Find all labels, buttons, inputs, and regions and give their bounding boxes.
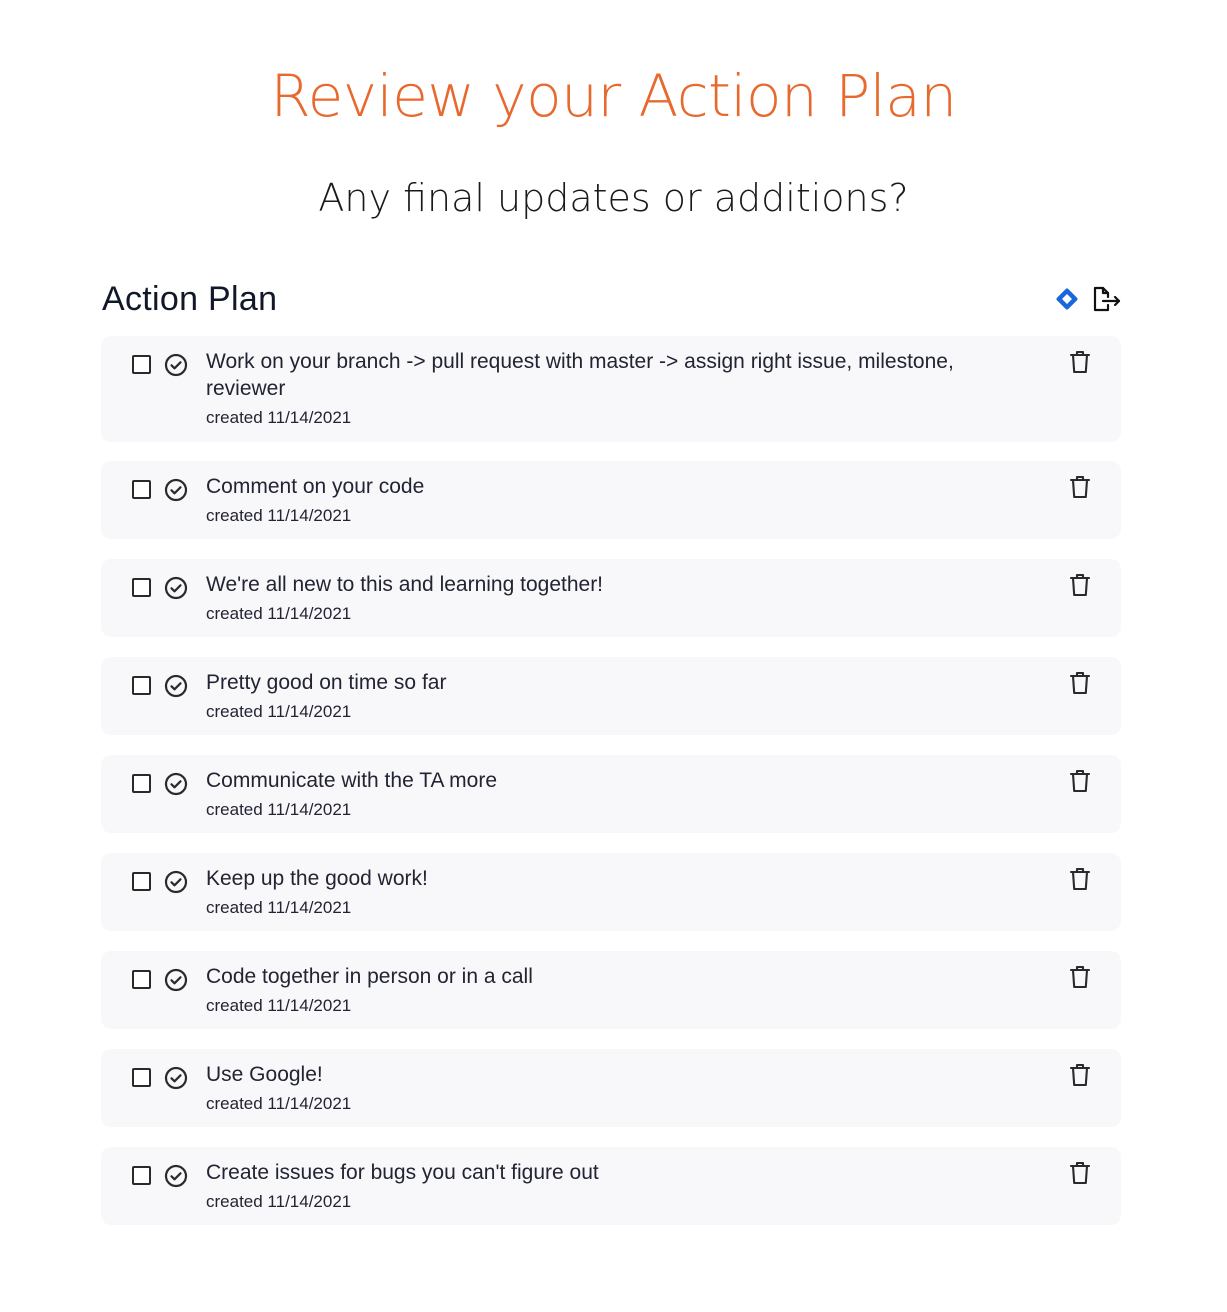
item-created-date: created 11/14/2021 [206, 996, 352, 1015]
trash-icon[interactable] [1068, 572, 1092, 598]
item-checkbox[interactable] [132, 1068, 151, 1087]
action-item: Create issues for bugs you can't figure … [101, 1147, 1121, 1225]
check-circle-icon[interactable] [164, 772, 188, 796]
trash-icon[interactable] [1068, 670, 1092, 696]
item-created-date: created 11/14/2021 [206, 604, 352, 623]
item-checkbox[interactable] [132, 480, 151, 499]
item-checkbox[interactable] [132, 872, 151, 891]
item-text[interactable]: We're all new to this and learning toget… [206, 571, 1001, 598]
check-circle-icon[interactable] [164, 353, 188, 377]
action-item: Work on your branch -> pull request with… [101, 336, 1121, 442]
item-checkbox[interactable] [132, 578, 151, 597]
item-checkbox[interactable] [132, 355, 151, 374]
item-text[interactable]: Work on your branch -> pull request with… [206, 348, 1001, 402]
trash-icon[interactable] [1068, 866, 1092, 892]
action-item: We're all new to this and learning toget… [101, 559, 1121, 637]
page: Review your Action Plan Any final update… [0, 0, 1227, 1312]
item-text[interactable]: Pretty good on time so far [206, 669, 1001, 696]
trash-icon[interactable] [1068, 349, 1092, 375]
item-checkbox[interactable] [132, 676, 151, 695]
check-circle-icon[interactable] [164, 674, 188, 698]
action-item: Comment on your code created 11/14/2021 [101, 461, 1121, 539]
action-item: Code together in person or in a call crea… [101, 951, 1121, 1029]
check-circle-icon[interactable] [164, 1066, 188, 1090]
page-subtitle: Any final updates or additions? [318, 176, 909, 220]
action-item: Keep up the good work! created 11/14/2021 [101, 853, 1121, 931]
item-text[interactable]: Communicate with the TA more [206, 767, 1001, 794]
item-checkbox[interactable] [132, 774, 151, 793]
check-circle-icon[interactable] [164, 870, 188, 894]
item-created-date: created 11/14/2021 [206, 800, 352, 819]
page-title: Review your Action Plan [270, 62, 957, 130]
check-circle-icon[interactable] [164, 478, 188, 502]
action-plan-header: Action Plan [102, 276, 1122, 322]
item-created-date: created 11/14/2021 [206, 408, 352, 427]
item-text[interactable]: Keep up the good work! [206, 865, 1001, 892]
action-plan-list: Work on your branch -> pull request with… [101, 336, 1121, 1245]
item-text[interactable]: Comment on your code [206, 473, 1001, 500]
trash-icon[interactable] [1068, 964, 1092, 990]
header-actions [1054, 285, 1122, 313]
item-created-date: created 11/14/2021 [206, 702, 352, 721]
item-text[interactable]: Use Google! [206, 1061, 1001, 1088]
action-plan-heading: Action Plan [102, 279, 278, 318]
action-item: Communicate with the TA more created 11/1… [101, 755, 1121, 833]
trash-icon[interactable] [1068, 1062, 1092, 1088]
item-text[interactable]: Create issues for bugs you can't figure … [206, 1159, 1001, 1186]
action-item: Use Google! created 11/14/2021 [101, 1049, 1121, 1127]
jira-icon[interactable] [1054, 286, 1080, 312]
item-checkbox[interactable] [132, 1166, 151, 1185]
export-icon[interactable] [1092, 285, 1122, 313]
item-created-date: created 11/14/2021 [206, 1192, 352, 1211]
check-circle-icon[interactable] [164, 576, 188, 600]
item-checkbox[interactable] [132, 970, 151, 989]
check-circle-icon[interactable] [164, 1164, 188, 1188]
item-created-date: created 11/14/2021 [206, 506, 352, 525]
trash-icon[interactable] [1068, 474, 1092, 500]
trash-icon[interactable] [1068, 1160, 1092, 1186]
check-circle-icon[interactable] [164, 968, 188, 992]
item-created-date: created 11/14/2021 [206, 898, 352, 917]
action-item: Pretty good on time so far created 11/14/… [101, 657, 1121, 735]
item-text[interactable]: Code together in person or in a call [206, 963, 1001, 990]
item-created-date: created 11/14/2021 [206, 1094, 352, 1113]
trash-icon[interactable] [1068, 768, 1092, 794]
